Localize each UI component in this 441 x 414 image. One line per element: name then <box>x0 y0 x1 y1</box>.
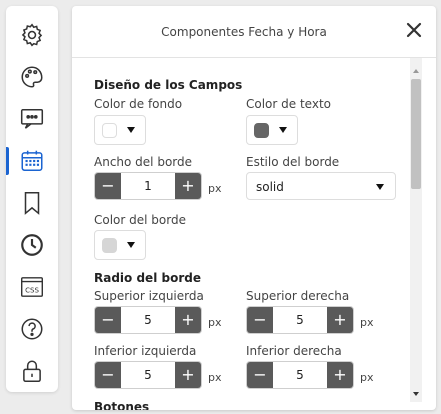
panel-header: Componentes Fecha y Hora <box>72 6 436 58</box>
decrement-button[interactable]: − <box>95 173 121 199</box>
border-width-input[interactable]: 1 <box>121 173 175 199</box>
chevron-down-icon <box>127 127 135 133</box>
unit-label: px <box>360 316 374 329</box>
lock-icon <box>23 360 41 383</box>
sidebar-item-calendar[interactable] <box>6 141 58 181</box>
top-right-radius-input[interactable]: 5 <box>273 307 327 333</box>
border-color-label: Color del borde <box>94 213 186 227</box>
unit-label: px <box>208 371 222 384</box>
increment-button[interactable]: + <box>327 362 353 388</box>
bg-color-swatch <box>102 123 117 138</box>
top-right-radius-stepper: − 5 + <box>246 306 354 334</box>
sidebar-item-settings[interactable] <box>6 15 58 55</box>
css-icon-text: CSS <box>25 285 39 294</box>
text-color-picker[interactable] <box>246 115 298 145</box>
border-color-swatch <box>102 238 117 253</box>
decrement-button[interactable]: − <box>95 362 121 388</box>
border-style-select[interactable]: solid <box>246 172 396 200</box>
panel-body: Diseño de los Campos Color de fondo Colo… <box>72 58 436 410</box>
sidebar-item-lock[interactable] <box>6 351 58 391</box>
bottom-left-radius-stepper: − 5 + <box>94 361 202 389</box>
bottom-right-radius-label: Inferior derecha <box>246 344 342 358</box>
panel-title: Componentes Fecha y Hora <box>161 25 327 39</box>
top-right-radius-label: Superior derecha <box>246 289 350 303</box>
increment-button[interactable]: + <box>175 307 201 333</box>
increment-button[interactable]: + <box>175 362 201 388</box>
chevron-down-icon <box>279 127 287 133</box>
sidebar: CSS <box>6 6 58 392</box>
settings-panel: Componentes Fecha y Hora Diseño de los C… <box>72 6 436 410</box>
sidebar-item-palette[interactable] <box>6 57 58 97</box>
bookmark-icon <box>24 191 40 215</box>
sidebar-item-css[interactable]: CSS <box>6 267 58 307</box>
bg-color-label: Color de fondo <box>94 97 183 111</box>
border-style-label: Estilo del borde <box>246 155 340 169</box>
section-title-radius: Radio del borde <box>94 271 201 285</box>
sidebar-item-clock[interactable] <box>6 225 58 265</box>
scrollbar[interactable] <box>410 58 422 402</box>
increment-button[interactable]: + <box>327 307 353 333</box>
top-left-radius-stepper: − 5 + <box>94 306 202 334</box>
bottom-left-radius-input[interactable]: 5 <box>121 362 175 388</box>
gear-icon <box>21 23 43 47</box>
bg-color-picker[interactable] <box>94 115 146 145</box>
palette-icon <box>21 66 43 88</box>
sidebar-item-help[interactable] <box>6 309 58 349</box>
border-width-stepper: − 1 + <box>94 172 202 200</box>
chevron-down-icon <box>127 242 135 248</box>
unit-label: px <box>360 371 374 384</box>
clock-icon <box>21 234 43 256</box>
chevron-down-icon <box>376 184 384 190</box>
sidebar-item-bookmark[interactable] <box>6 183 58 223</box>
unit-label: px <box>208 316 222 329</box>
section-title-buttons: Botones <box>94 400 150 410</box>
border-style-value: solid <box>256 180 284 194</box>
bottom-right-radius-stepper: − 5 + <box>246 361 354 389</box>
calendar-icon <box>21 150 43 171</box>
bottom-right-radius-input[interactable]: 5 <box>273 362 327 388</box>
bottom-left-radius-label: Inferior izquierda <box>94 344 197 358</box>
scroll-up-arrow-icon[interactable] <box>413 69 419 73</box>
css-file-icon: CSS <box>21 277 43 297</box>
close-button[interactable] <box>404 20 424 40</box>
decrement-button[interactable]: − <box>95 307 121 333</box>
help-icon <box>21 318 43 340</box>
text-color-label: Color de texto <box>246 97 331 111</box>
close-icon <box>406 22 422 38</box>
chat-bubble-icon <box>20 109 44 129</box>
sidebar-item-messages[interactable] <box>6 99 58 139</box>
top-left-radius-input[interactable]: 5 <box>121 307 175 333</box>
decrement-button[interactable]: − <box>247 307 273 333</box>
border-width-label: Ancho del borde <box>94 155 193 169</box>
scroll-down-arrow-icon[interactable] <box>413 392 419 396</box>
scrollbar-thumb[interactable] <box>411 79 421 189</box>
unit-label: px <box>208 182 222 195</box>
section-title-design: Diseño de los Campos <box>94 78 243 92</box>
increment-button[interactable]: + <box>175 173 201 199</box>
text-color-swatch <box>254 123 269 138</box>
top-left-radius-label: Superior izquierda <box>94 289 204 303</box>
decrement-button[interactable]: − <box>247 362 273 388</box>
border-color-picker[interactable] <box>94 230 146 260</box>
